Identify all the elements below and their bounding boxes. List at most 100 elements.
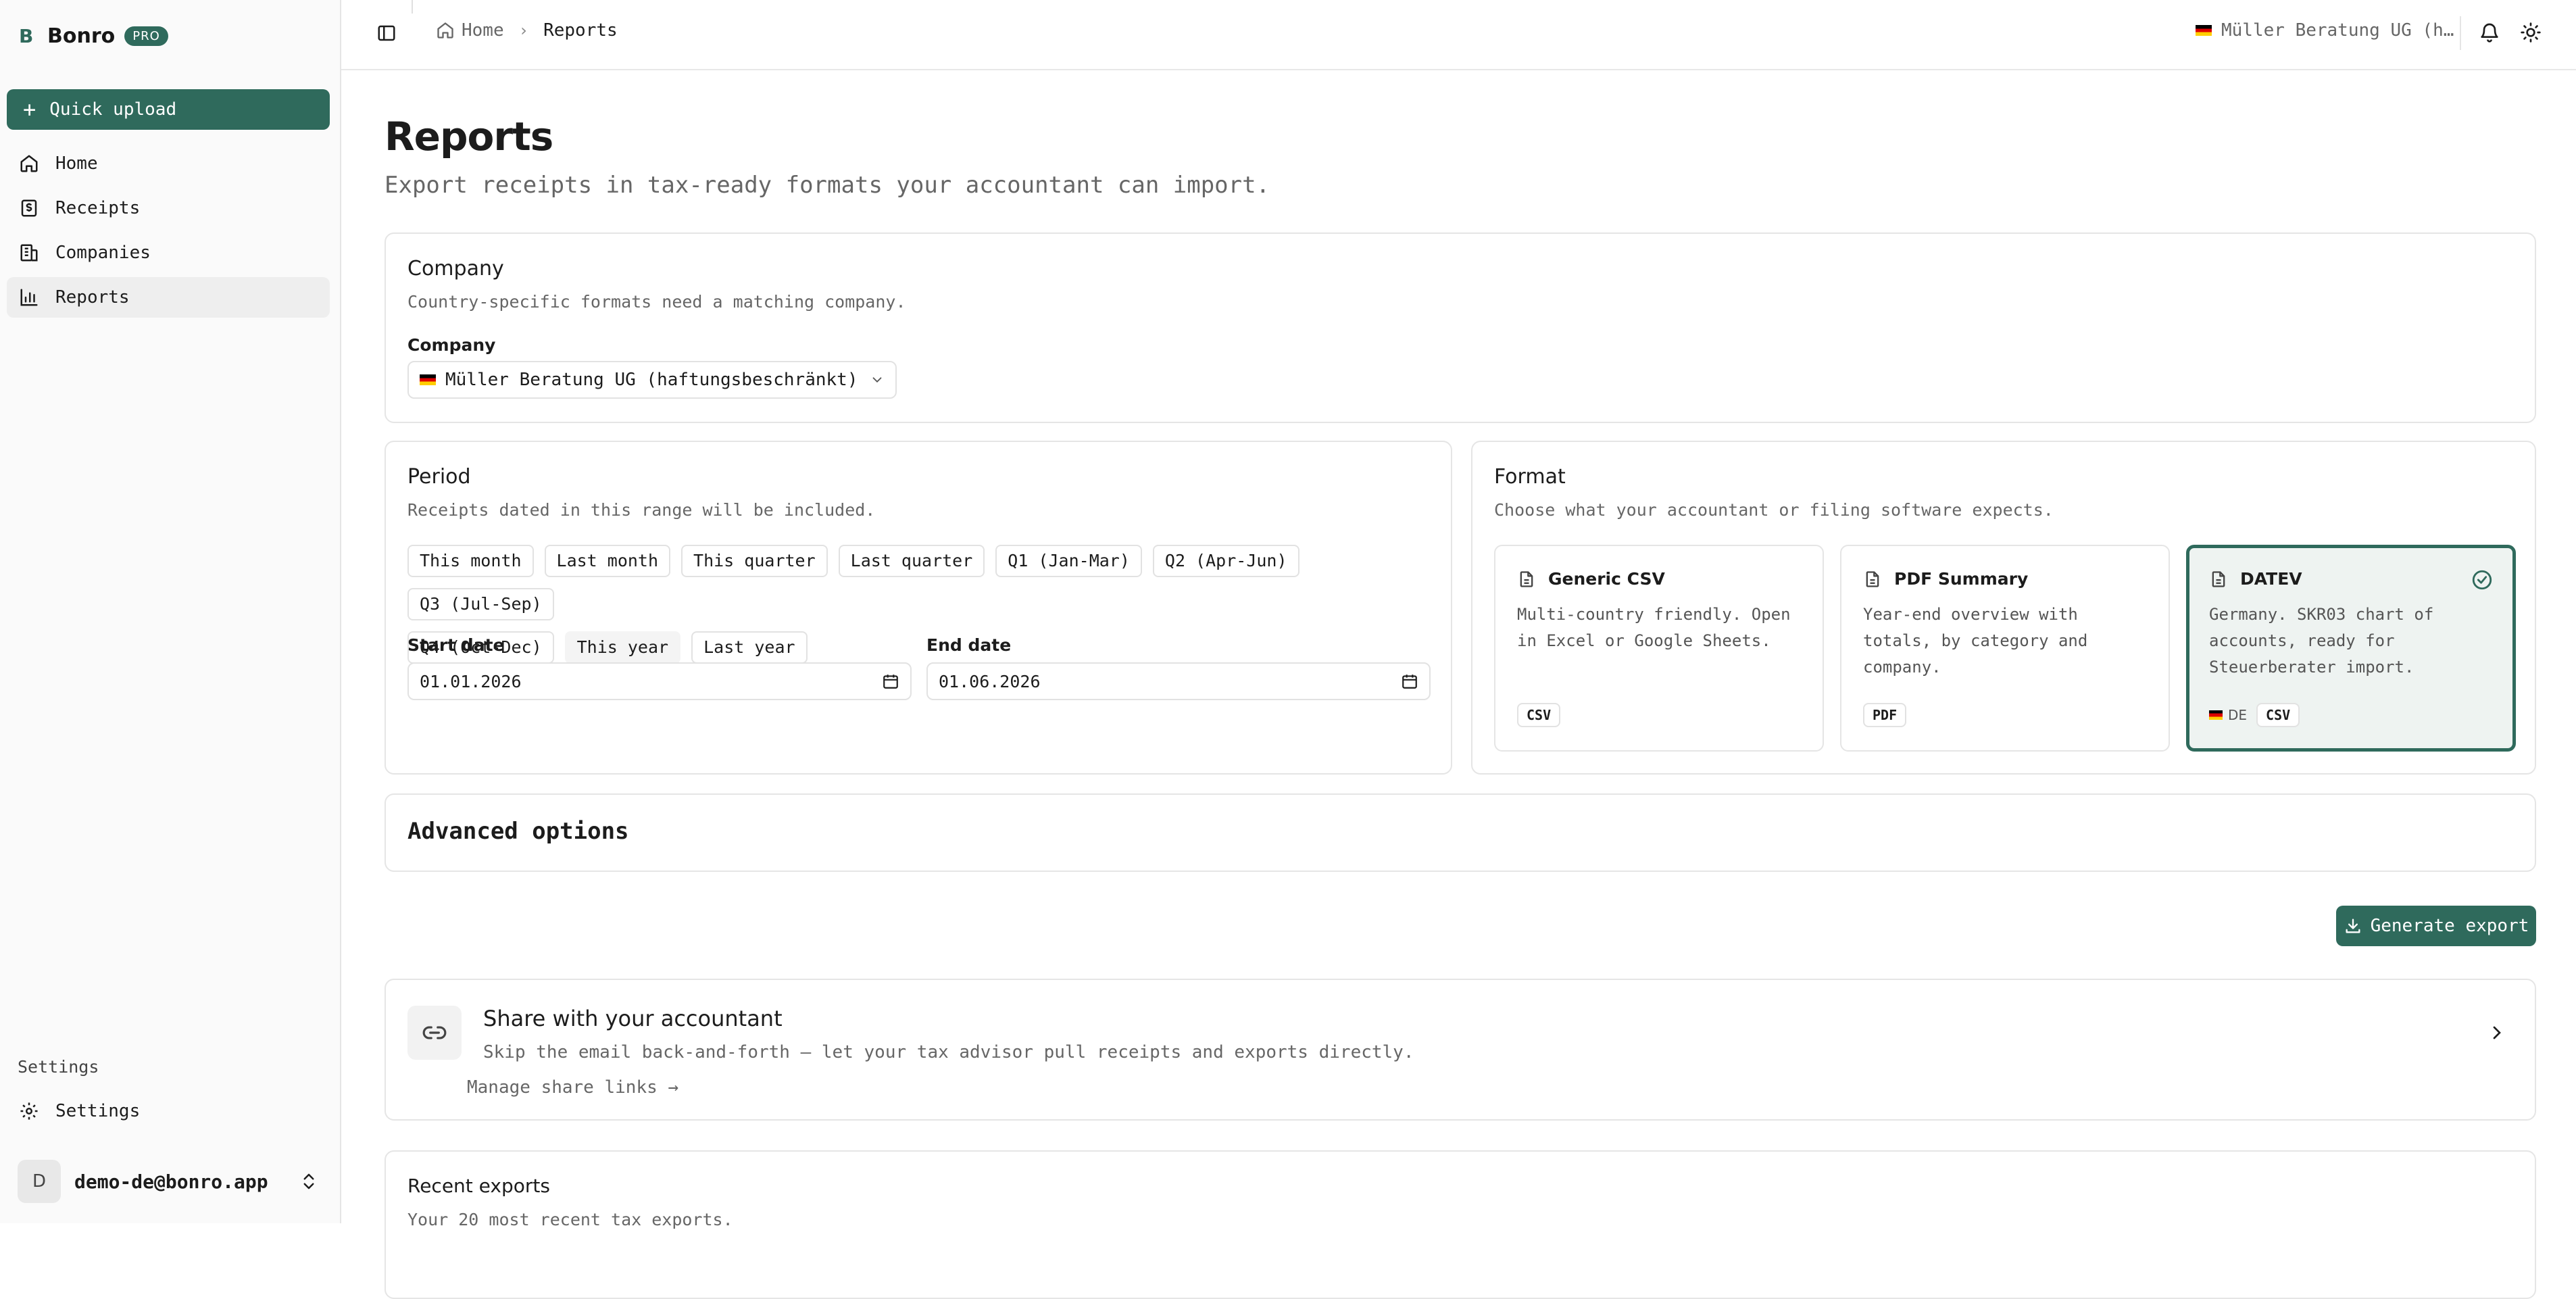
sidebar-item-settings[interactable]: Settings [7,1091,330,1131]
start-date-label: Start date [407,635,505,655]
receipt-icon [21,199,37,217]
home-icon [20,155,38,172]
format-card-description: Choose what your accountant or filing so… [1494,500,2054,520]
format-option-name: Generic CSV [1548,569,1665,589]
format-option-description: Year-end overview with totals, by catego… [1863,605,2088,677]
sidebar-item-reports[interactable]: Reports [7,277,330,318]
sidebar-item-label: Companies [55,243,151,263]
file-icon [1866,570,1879,587]
format-option-name: PDF Summary [1894,569,2029,589]
brand[interactable]: B Bonro PRO [19,24,168,48]
format-option-description: Multi-country friendly. Open in Excel or… [1517,605,1791,650]
file-icon [2212,570,2225,587]
format-option-generic-csv[interactable]: Generic CSV Multi-country friendly. Open… [1494,545,1824,752]
sidebar-item-receipts[interactable]: Receipts [7,188,330,228]
germany-flag-icon [420,374,436,385]
divider [2460,16,2461,50]
sidebar-item-companies[interactable]: Companies [7,232,330,273]
download-icon [2346,918,2360,933]
building-icon [20,244,38,262]
start-date-value: 01.01.2026 [420,671,522,691]
sidebar-item-home[interactable]: Home [7,143,330,184]
preset-last-month[interactable]: Last month [544,545,671,577]
user-menu[interactable]: D demo-de@bonro.app [7,1156,330,1207]
preset-this-year[interactable]: This year [564,631,681,664]
company-select-value: Müller Beratung UG (haftungsbeschränkt) [445,370,858,390]
manage-share-links-link[interactable]: Manage share links → [467,1077,678,1098]
sidebar-nav: Home Receipts Companies Reports [7,143,330,322]
plus-icon: + [23,97,36,122]
preset-q2[interactable]: Q2 (Apr-Jun) [1152,545,1299,577]
bell-icon[interactable] [2479,22,2500,43]
divider [412,0,413,14]
preset-this-month[interactable]: This month [407,545,534,577]
company-switcher[interactable]: Müller Beratung UG (h… [2196,20,2454,41]
germany-flag-icon [2196,25,2212,36]
page-subtitle: Export receipts in tax-ready formats you… [385,172,1270,199]
company-select[interactable]: Müller Beratung UG (haftungsbeschränkt) [407,361,897,399]
pro-badge: PRO [124,26,168,46]
share-card[interactable]: Share with your accountant Skip the emai… [385,979,2536,1121]
period-presets: This month Last month This quarter Last qua… [407,545,1435,675]
sidebar-item-label: Settings [55,1101,141,1121]
settings-heading: Settings [18,1057,99,1077]
calendar-icon [1402,675,1417,689]
end-date-value: 01.06.2026 [939,671,1041,691]
share-description: Skip the email back-and-forth — let your… [483,1042,1414,1062]
breadcrumb-current: Reports [543,20,618,41]
brand-name: Bonro [47,24,116,48]
user-email: demo-de@bonro.app [74,1170,268,1193]
format-option-pdf-summary[interactable]: PDF Summary Year-end overview with total… [1840,545,2170,752]
preset-last-quarter[interactable]: Last quarter [838,545,985,577]
sidebar-toggle-icon[interactable] [376,23,397,43]
breadcrumb: Home › Reports [436,20,618,41]
start-date-input[interactable]: 01.01.2026 [407,662,912,700]
chevron-right-icon: › [518,21,529,40]
preset-q3[interactable]: Q3 (Jul-Sep) [407,588,554,620]
chevron-right-icon [2493,1026,2501,1039]
preset-q1[interactable]: Q1 (Jan-Mar) [995,545,1142,577]
country-tag: DE [2209,707,2247,723]
sidebar-item-label: Receipts [55,198,141,218]
preset-this-quarter[interactable]: This quarter [681,545,828,577]
company-switcher-label: Müller Beratung UG (h… [2221,20,2454,41]
end-date-label: End date [926,635,1012,655]
company-card-title: Company [407,257,504,280]
advanced-options[interactable]: Advanced options [385,793,2536,872]
link-icon [422,1026,447,1039]
recent-exports-description: Your 20 most recent tax exports. [407,1210,733,1229]
home-icon [437,22,453,39]
format-card-title: Format [1494,465,1566,489]
share-title: Share with your accountant [483,1006,783,1031]
gear-icon [20,1102,38,1120]
period-card-description: Receipts dated in this range will be inc… [407,500,876,520]
end-date-input[interactable]: 01.06.2026 [926,662,1431,700]
recent-exports-card: Recent exports Your 20 most recent tax e… [385,1150,2536,1299]
top-bar: Home › Reports Müller Beratung UG (h… [341,0,2576,70]
breadcrumb-home-link[interactable]: Home [462,20,504,41]
format-tag: CSV [1517,703,1561,727]
quick-upload-label: Quick upload [49,99,177,120]
sidebar-item-label: Reports [55,287,130,308]
bar-chart-icon [20,289,38,306]
format-option-name: DATEV [2240,569,2302,589]
generate-export-button[interactable]: Generate export [2336,906,2536,946]
format-tag: CSV [2256,703,2300,727]
format-tag: PDF [1863,703,1907,727]
avatar: D [18,1160,61,1203]
advanced-options-title: Advanced options [407,818,629,845]
company-field-label: Company [407,335,496,355]
sun-icon[interactable] [2520,22,2542,43]
preset-last-year[interactable]: Last year [691,631,808,664]
format-option-datev[interactable]: DATEV Germany. SKR03 chart of accounts, … [2186,545,2516,752]
company-card: Company Country-specific formats need a … [385,232,2536,423]
recent-exports-title: Recent exports [407,1175,550,1197]
brand-logo: B [19,25,34,47]
chevron-up-down-icon [303,1173,314,1190]
period-card: Period Receipts dated in this range will… [385,441,1452,775]
sidebar: B Bonro PRO + Quick upload Home Receipts… [0,0,341,1223]
page-title: Reports [385,114,553,160]
period-card-title: Period [407,465,471,489]
quick-upload-button[interactable]: + Quick upload [7,89,330,130]
file-icon [1520,570,1533,587]
